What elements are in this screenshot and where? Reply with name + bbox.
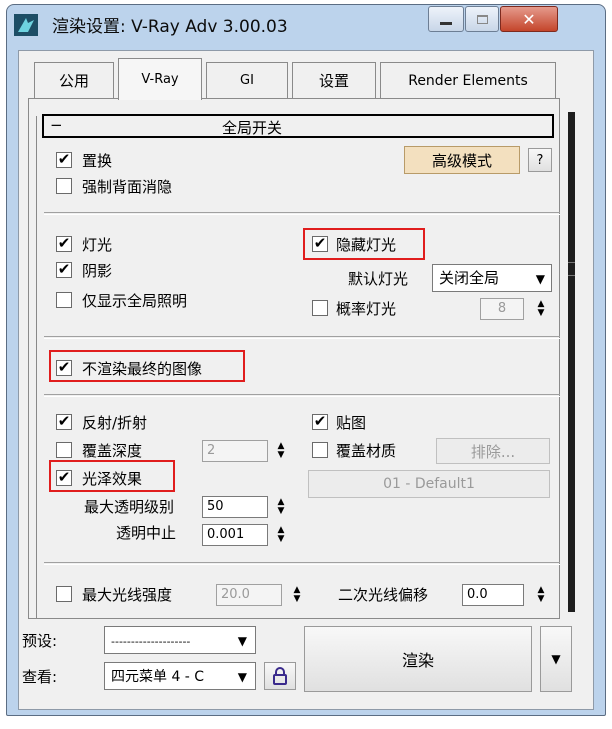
preset-value: -------------------- bbox=[111, 635, 191, 648]
reflection-refraction-label: 反射/折射 bbox=[82, 414, 148, 432]
lock-icon bbox=[273, 667, 287, 685]
max-transp-label: 最大透明级别 bbox=[84, 498, 175, 516]
hidden-lights-highlight bbox=[303, 228, 425, 260]
scrollbar-grip[interactable] bbox=[568, 262, 575, 276]
minimize-icon bbox=[440, 21, 452, 25]
tab-label: V-Ray bbox=[141, 72, 179, 87]
transp-cutoff-field[interactable]: 0.001 bbox=[202, 524, 268, 546]
override-mtl-checkbox[interactable] bbox=[312, 442, 328, 458]
lights-label: 灯光 bbox=[82, 236, 113, 254]
secondary-bias-label: 二次光线偏移 bbox=[338, 586, 429, 604]
tab-vray[interactable]: V-Ray bbox=[118, 58, 202, 100]
prob-lights-field[interactable]: 8 bbox=[480, 298, 524, 320]
global-switches-rollout-header[interactable]: − 全局开关 bbox=[42, 114, 554, 138]
max-ray-intensity-checkbox[interactable] bbox=[56, 586, 72, 602]
preset-dropdown[interactable]: -------------------- ▼ bbox=[104, 626, 256, 654]
default-lights-value: 关闭全局 bbox=[439, 269, 500, 287]
reflection-refraction-checkbox[interactable]: ✔ bbox=[56, 414, 72, 430]
render-button[interactable]: 渲染 bbox=[304, 626, 532, 692]
lock-view-button[interactable] bbox=[264, 662, 296, 690]
collapse-icon: − bbox=[50, 116, 63, 134]
shadows-label: 阴影 bbox=[82, 262, 113, 280]
force-backface-checkbox[interactable] bbox=[56, 178, 72, 194]
tab-settings[interactable]: 设置 bbox=[292, 62, 376, 98]
help-button[interactable]: ? bbox=[528, 148, 552, 172]
override-depth-checkbox[interactable] bbox=[56, 442, 72, 458]
view-value: 四元菜单 4 - C bbox=[111, 669, 205, 685]
probabilistic-lights-checkbox[interactable] bbox=[312, 300, 328, 316]
tab-label: 公用 bbox=[58, 72, 89, 90]
force-backface-label: 强制背面消隐 bbox=[82, 178, 173, 196]
gi-only-checkbox[interactable] bbox=[56, 292, 72, 308]
tab-common[interactable]: 公用 bbox=[34, 62, 114, 98]
chevron-down-icon: ▼ bbox=[237, 634, 247, 648]
secondary-bias-spinner[interactable]: ▲ ▼ bbox=[534, 584, 548, 606]
transp-cutoff-spinner[interactable]: ▲ ▼ bbox=[274, 524, 288, 546]
max-ray-spinner[interactable]: ▲ ▼ bbox=[290, 584, 304, 606]
dont-render-final-highlight bbox=[49, 350, 245, 382]
default-lights-dropdown[interactable]: 关闭全局 ▼ bbox=[432, 264, 552, 292]
minimize-button[interactable] bbox=[428, 6, 464, 32]
maps-checkbox[interactable]: ✔ bbox=[312, 414, 328, 430]
tab-label: 设置 bbox=[318, 72, 349, 90]
chevron-down-icon: ▼ bbox=[551, 652, 561, 666]
tab-gi[interactable]: GI bbox=[206, 62, 288, 98]
render-mode-dropdown-button[interactable]: ▼ bbox=[540, 626, 572, 692]
view-dropdown[interactable]: 四元菜单 4 - C ▼ bbox=[104, 662, 256, 690]
default-lights-label: 默认灯光 bbox=[348, 270, 409, 288]
chevron-down-icon: ▼ bbox=[237, 670, 247, 684]
prob-lights-spinner[interactable]: ▲ ▼ bbox=[534, 298, 548, 320]
shadows-checkbox[interactable]: ✔ bbox=[56, 262, 72, 278]
rollout-title: 全局开关 bbox=[222, 119, 283, 137]
override-depth-label: 覆盖深度 bbox=[82, 442, 143, 460]
probabilistic-lights-label: 概率灯光 bbox=[336, 300, 397, 318]
view-label: 查看: bbox=[22, 668, 58, 686]
advanced-mode-button[interactable]: 高级模式 bbox=[404, 146, 520, 174]
tab-label: GI bbox=[240, 73, 254, 88]
transp-cutoff-label: 透明中止 bbox=[116, 524, 177, 542]
exclude-button[interactable]: 排除... bbox=[436, 438, 550, 464]
window-title: 渲染设置: V-Ray Adv 3.00.03 bbox=[52, 17, 288, 37]
close-button[interactable]: ✕ bbox=[500, 6, 558, 32]
max-transp-field[interactable]: 50 bbox=[202, 496, 268, 518]
panel-scrollbar[interactable] bbox=[568, 112, 575, 612]
tab-label: Render Elements bbox=[408, 72, 528, 89]
maximize-button[interactable] bbox=[465, 6, 499, 32]
tab-render-elements[interactable]: Render Elements bbox=[380, 62, 556, 98]
override-material-button[interactable]: 01 - Default1 bbox=[308, 470, 550, 498]
lights-checkbox[interactable]: ✔ bbox=[56, 236, 72, 252]
gi-only-label: 仅显示全局照明 bbox=[82, 292, 188, 310]
displacement-label: 置换 bbox=[82, 152, 113, 170]
preset-label: 预设: bbox=[22, 632, 58, 650]
maximize-icon bbox=[476, 14, 488, 24]
override-mtl-label: 覆盖材质 bbox=[336, 442, 397, 460]
section-divider bbox=[44, 562, 560, 565]
section-divider bbox=[44, 212, 560, 215]
override-depth-spinner[interactable]: ▲ ▼ bbox=[274, 440, 288, 462]
max-ray-field[interactable]: 20.0 bbox=[216, 584, 282, 606]
section-divider bbox=[44, 394, 560, 397]
glossy-effects-highlight bbox=[49, 460, 175, 492]
secondary-bias-field[interactable]: 0.0 bbox=[462, 584, 524, 606]
max-transp-spinner[interactable]: ▲ ▼ bbox=[274, 496, 288, 518]
displacement-checkbox[interactable]: ✔ bbox=[56, 152, 72, 168]
override-depth-field[interactable]: 2 bbox=[202, 440, 268, 462]
vray-app-icon bbox=[14, 14, 38, 36]
max-ray-intensity-label: 最大光线强度 bbox=[82, 586, 173, 604]
maps-label: 贴图 bbox=[336, 414, 367, 432]
close-icon: ✕ bbox=[522, 9, 536, 29]
section-divider bbox=[44, 336, 560, 339]
chevron-down-icon: ▼ bbox=[535, 272, 545, 286]
